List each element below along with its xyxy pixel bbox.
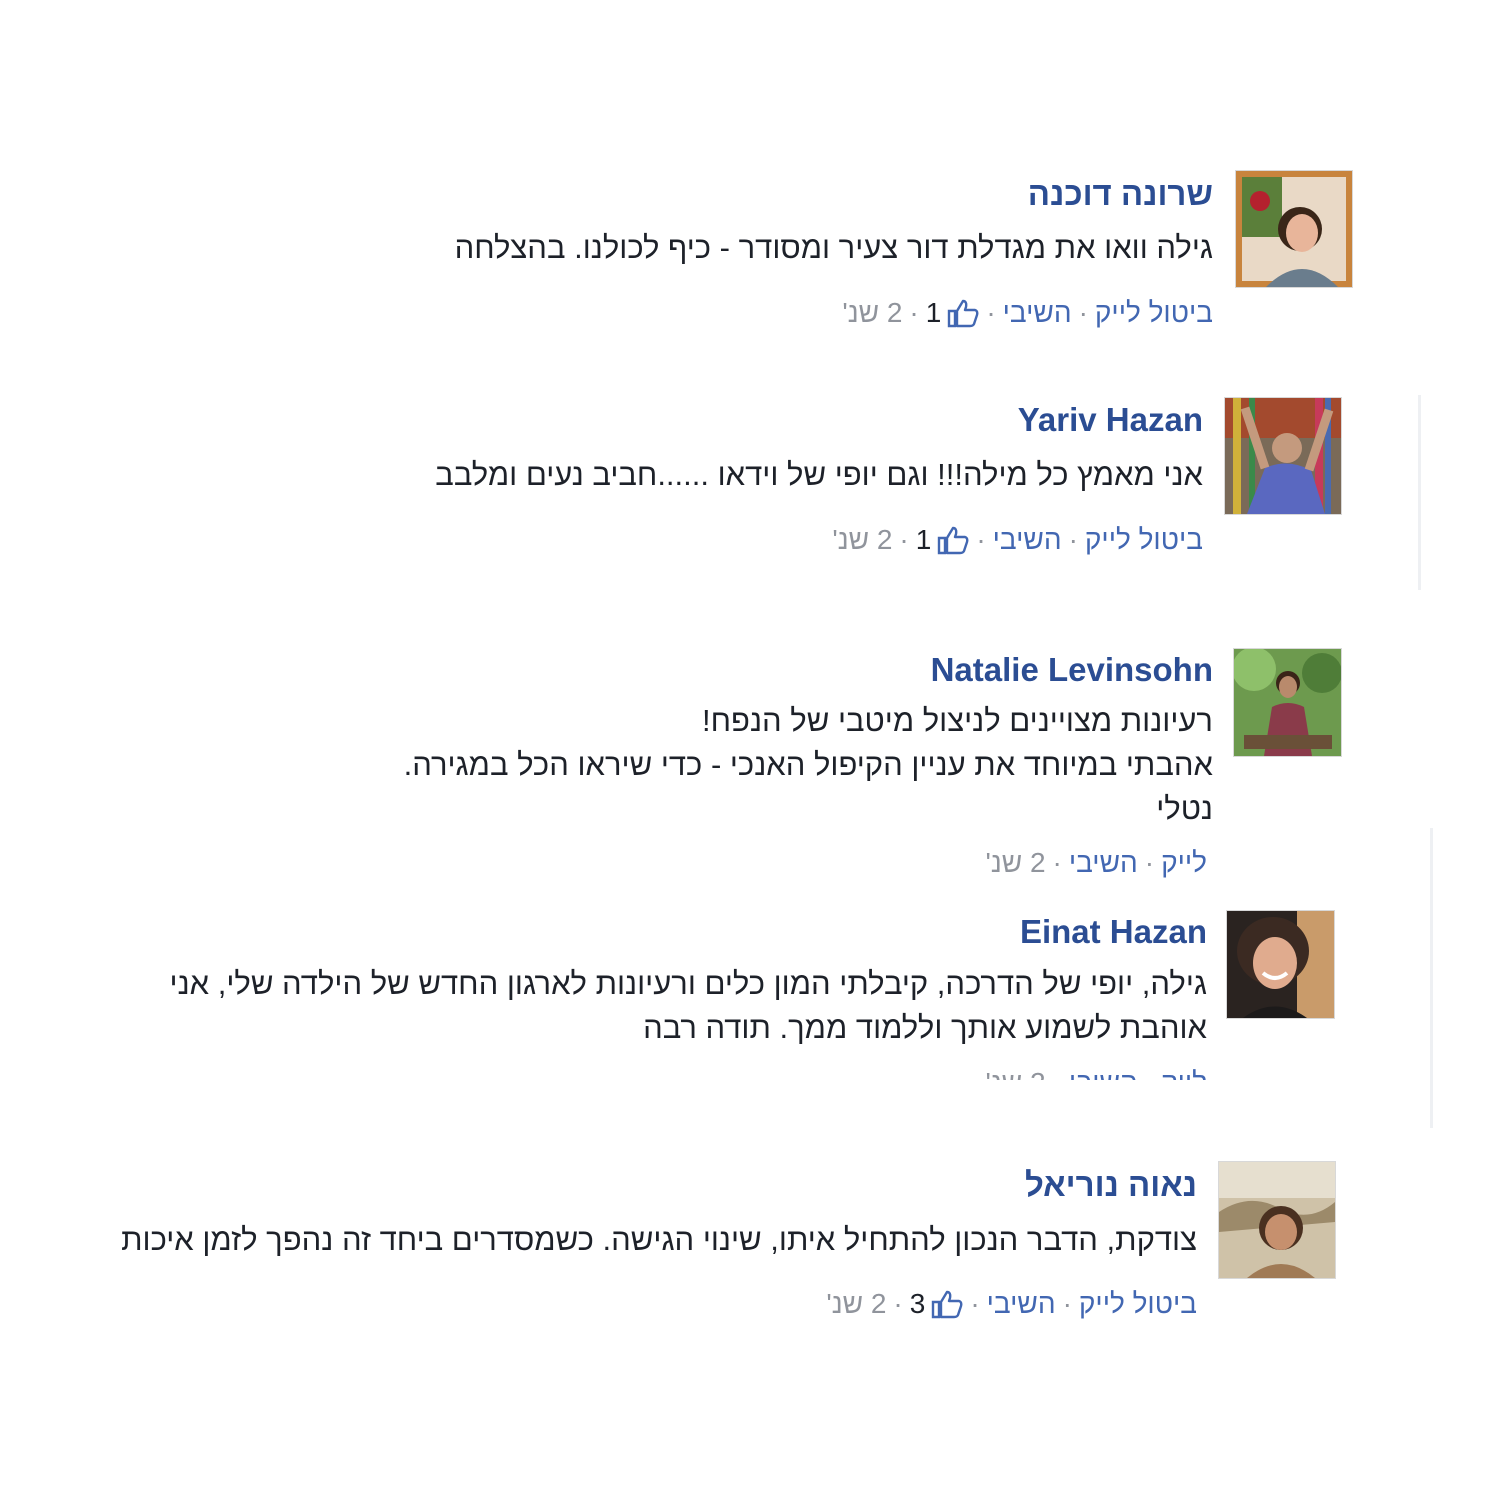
comment-text: גילה וואו את מגדלת דור צעיר ומסודר - כיף… bbox=[454, 230, 1213, 265]
comment-text: צודקת, הדבר הנכון להתחיל איתו, שינוי הגי… bbox=[121, 1222, 1197, 1257]
thumbs-up-icon bbox=[948, 299, 979, 328]
separator: · bbox=[909, 297, 919, 328]
commenter-name[interactable]: Yariv Hazan bbox=[1018, 400, 1203, 440]
avatar[interactable] bbox=[1224, 397, 1342, 515]
unlike-button[interactable]: ביטול לייק bbox=[1085, 523, 1203, 557]
timestamp[interactable]: 2 שנ' bbox=[985, 1066, 1045, 1080]
avatar[interactable] bbox=[1226, 910, 1335, 1019]
divider bbox=[1418, 395, 1421, 590]
separator: · bbox=[893, 1288, 903, 1319]
avatar-image bbox=[1234, 649, 1341, 756]
like-count[interactable]: 3 bbox=[910, 1287, 964, 1321]
comment-actions: ביטול לייק · השיבי · 3 · 2 שנ' bbox=[826, 1287, 1197, 1321]
comment-actions: לייק · השיבי · 2 שנ' bbox=[985, 846, 1207, 880]
commenter-name[interactable]: Einat Hazan bbox=[1020, 912, 1207, 952]
unlike-button[interactable]: ביטול לייק bbox=[1079, 1287, 1197, 1321]
commenter-name[interactable]: Natalie Levinsohn bbox=[931, 650, 1213, 690]
like-count-value: 1 bbox=[915, 524, 932, 555]
unlike-button[interactable]: ביטול לייק bbox=[1095, 296, 1213, 330]
reply-button[interactable]: השיבי bbox=[1069, 846, 1138, 880]
comment-actions: לייק · השיבי · 2 שנ' bbox=[985, 1066, 1207, 1080]
like-button[interactable]: לייק bbox=[1161, 1066, 1207, 1080]
avatar-image bbox=[1219, 1162, 1335, 1278]
commenter-name[interactable]: נאוה נוריאל bbox=[1025, 1165, 1197, 1205]
like-count[interactable]: 1 bbox=[916, 523, 970, 557]
reply-button[interactable]: השיבי bbox=[993, 523, 1062, 557]
thumbs-up-icon bbox=[938, 526, 969, 555]
comment-actions: ביטול לייק · השיבי · 1 · 2 שנ' bbox=[832, 523, 1203, 557]
reply-button[interactable]: השיבי bbox=[1003, 296, 1072, 330]
comment-actions: ביטול לייק · השיבי · 1 · 2 שנ' bbox=[842, 296, 1213, 330]
separator: · bbox=[976, 524, 986, 555]
separator: · bbox=[986, 297, 996, 328]
reply-button[interactable]: השיבי bbox=[1069, 1066, 1138, 1080]
commenter-name[interactable]: שרונה דוכנה bbox=[1028, 174, 1213, 214]
comment-text: גילה, יופי של הדרכה, קיבלתי המון כלים ור… bbox=[169, 966, 1207, 1045]
comment-text: אני מאמץ כל מילה!!! וגם יופי של וידאו ..… bbox=[435, 457, 1203, 492]
thumbs-up-icon bbox=[932, 1290, 963, 1319]
like-button[interactable]: לייק bbox=[1161, 846, 1207, 880]
avatar[interactable] bbox=[1235, 170, 1353, 288]
timestamp[interactable]: 2 שנ' bbox=[826, 1287, 886, 1321]
separator: · bbox=[1062, 1288, 1072, 1319]
separator: · bbox=[1144, 847, 1155, 878]
like-count[interactable]: 1 bbox=[926, 296, 980, 330]
avatar[interactable] bbox=[1218, 1161, 1336, 1279]
divider bbox=[1430, 828, 1433, 1128]
separator: · bbox=[1068, 524, 1078, 555]
comment-text: רעיונות מצויינים לניצול מיטבי של הנפח! א… bbox=[403, 703, 1213, 826]
timestamp[interactable]: 2 שנ' bbox=[842, 296, 902, 330]
reply-button[interactable]: השיבי bbox=[987, 1287, 1056, 1321]
clipped-actions-row: לייק · השיבי · 2 שנ' bbox=[947, 1066, 1207, 1080]
like-count-value: 3 bbox=[909, 1288, 926, 1319]
avatar-image bbox=[1227, 911, 1334, 1018]
separator: · bbox=[1078, 297, 1088, 328]
like-count-value: 1 bbox=[925, 297, 942, 328]
timestamp[interactable]: 2 שנ' bbox=[832, 523, 892, 557]
avatar-image bbox=[1236, 171, 1352, 287]
avatar[interactable] bbox=[1233, 648, 1342, 757]
timestamp[interactable]: 2 שנ' bbox=[985, 846, 1045, 880]
separator: · bbox=[1046, 1066, 1069, 1080]
separator: · bbox=[970, 1288, 980, 1319]
separator: · bbox=[1138, 1066, 1161, 1080]
separator: · bbox=[1052, 847, 1062, 878]
separator: · bbox=[899, 524, 909, 555]
avatar-image bbox=[1225, 398, 1341, 514]
